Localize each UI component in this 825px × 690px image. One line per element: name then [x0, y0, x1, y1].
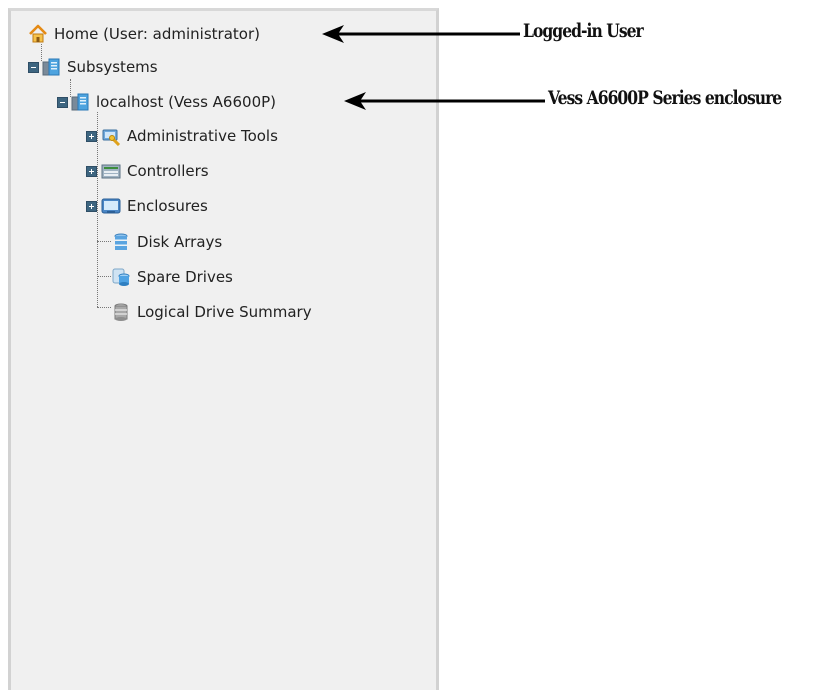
tree-item-disk-arrays[interactable]: Disk Arrays: [111, 230, 222, 254]
tree-item-localhost[interactable]: localhost (Vess A6600P): [57, 90, 276, 114]
tree-item-label[interactable]: localhost (Vess A6600P): [96, 93, 276, 111]
tree-item-controllers[interactable]: Controllers: [86, 159, 209, 183]
expand-toggle-icon[interactable]: [86, 200, 97, 212]
home-icon: [28, 24, 48, 44]
enclosure-icon: [101, 196, 121, 216]
tree-item-label[interactable]: Subsystems: [67, 58, 158, 76]
tree-item-label[interactable]: Home (User: administrator): [54, 25, 260, 43]
tree-item-label[interactable]: Enclosures: [127, 197, 208, 215]
tree-connector: [97, 241, 111, 242]
disk-array-icon: [111, 232, 131, 252]
collapse-toggle-icon[interactable]: [28, 61, 39, 73]
tree-item-enclosures[interactable]: Enclosures: [86, 194, 208, 218]
tree-item-spare-drives[interactable]: Spare Drives: [111, 265, 233, 289]
tree-item-label[interactable]: Controllers: [127, 162, 209, 180]
spare-drive-icon: [111, 267, 131, 287]
tree-item-home[interactable]: Home (User: administrator): [28, 22, 260, 46]
navigation-tree-panel: Home (User: administrator) Subsystems lo…: [8, 8, 439, 690]
tree-item-administrative-tools[interactable]: Administrative Tools: [86, 124, 278, 148]
expand-toggle-icon[interactable]: [86, 130, 97, 142]
collapse-toggle-icon[interactable]: [57, 96, 68, 108]
logical-drive-icon: [111, 302, 131, 322]
tree-connector: [97, 276, 111, 277]
tree-item-logical-drive-summary[interactable]: Logical Drive Summary: [111, 300, 312, 324]
annotation-enclosure: Vess A6600P Series enclosure: [548, 87, 782, 109]
tree-item-label[interactable]: Disk Arrays: [137, 233, 222, 251]
server-icon: [70, 92, 90, 112]
tree-item-subsystems[interactable]: Subsystems: [28, 55, 158, 79]
tree-item-label[interactable]: Spare Drives: [137, 268, 233, 286]
controller-icon: [101, 161, 121, 181]
tree-item-label[interactable]: Administrative Tools: [127, 127, 278, 145]
expand-toggle-icon[interactable]: [86, 165, 97, 177]
admin-tools-icon: [101, 126, 121, 147]
tree-connector: [97, 307, 111, 308]
annotation-logged-in-user: Logged-in User: [523, 20, 644, 42]
tree-item-label[interactable]: Logical Drive Summary: [137, 303, 312, 321]
server-icon: [41, 57, 61, 77]
